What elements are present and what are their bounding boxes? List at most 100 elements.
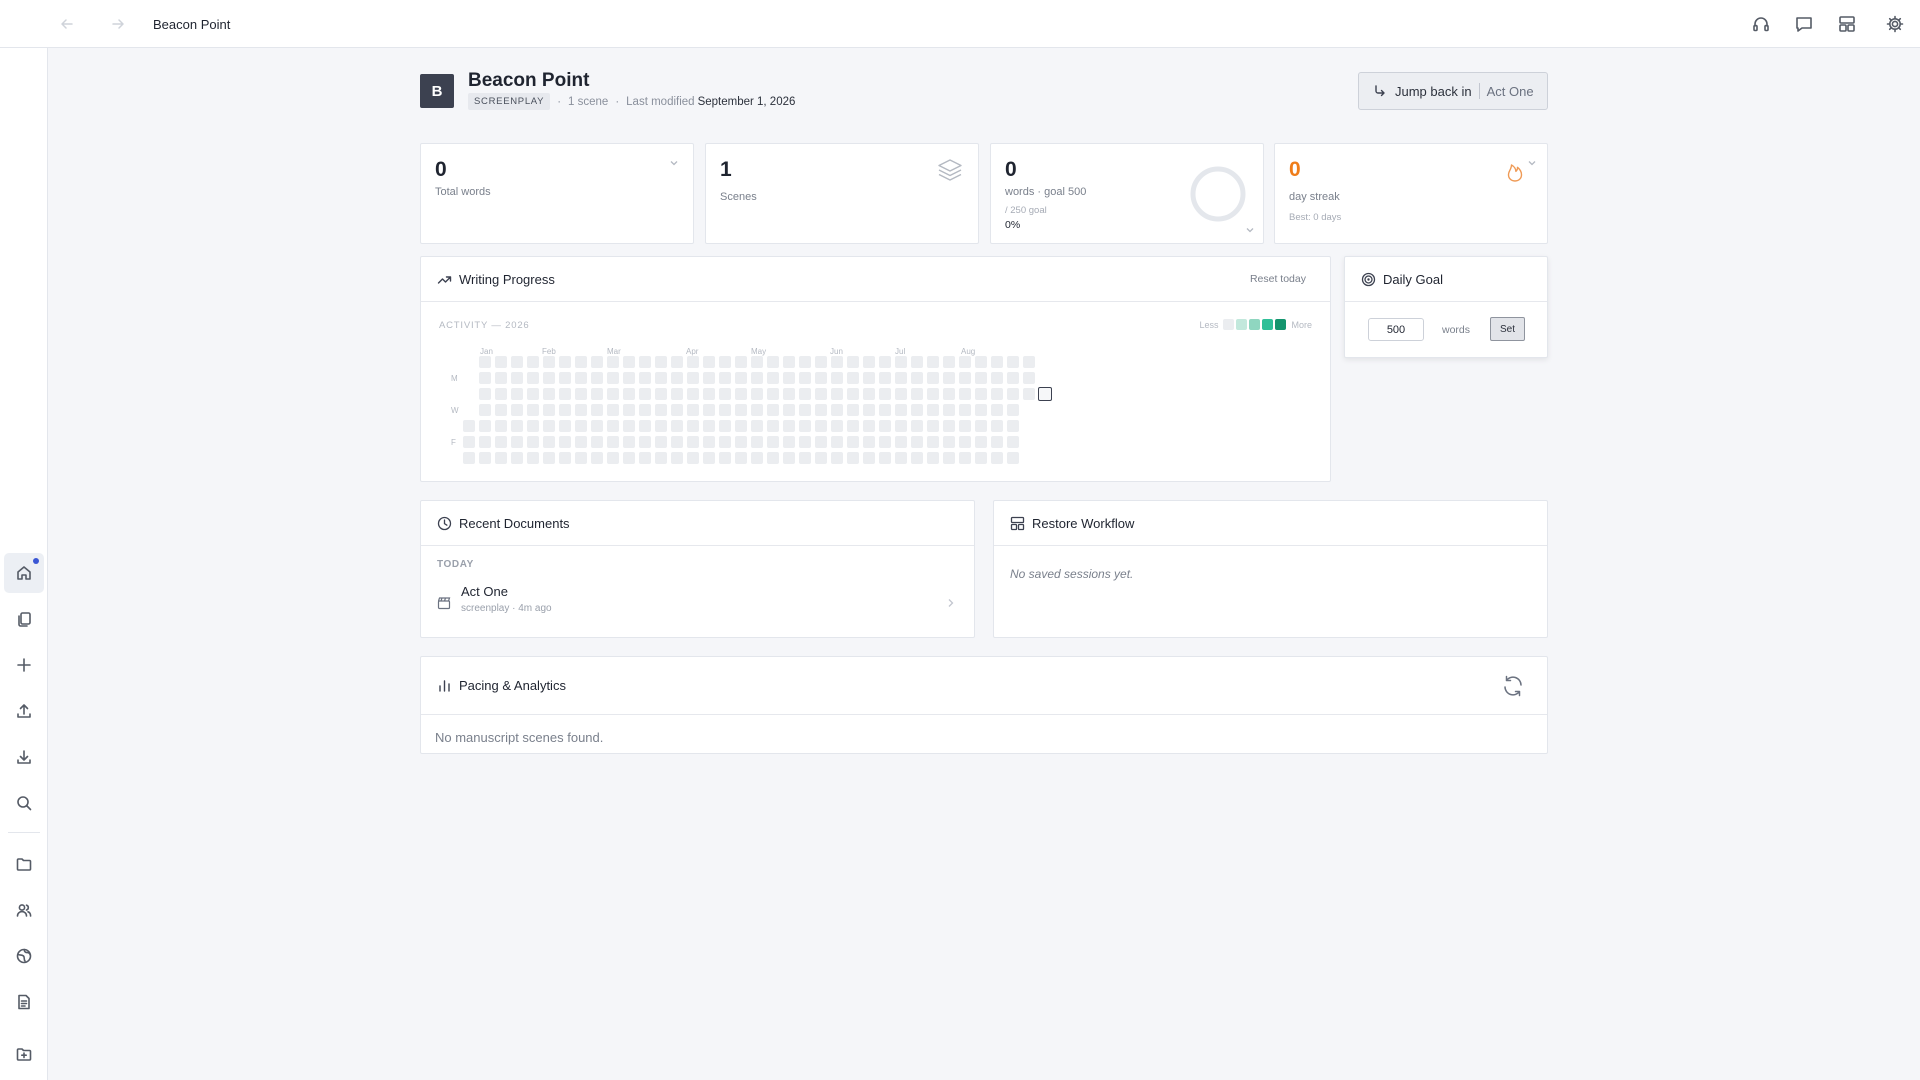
heatmap-day-label: W	[451, 406, 459, 415]
heatmap-cell	[959, 452, 971, 464]
heatmap-cell	[895, 372, 907, 384]
heatmap-cell	[815, 420, 827, 432]
copy-documents-icon	[18, 612, 31, 627]
heatmap-cell	[671, 388, 683, 400]
heatmap-cell	[879, 452, 891, 464]
recent-document-item[interactable]: Act One screenplay · 4m ago	[421, 581, 971, 631]
heatmap-cell	[479, 356, 491, 368]
heatmap-cell	[751, 372, 763, 384]
export-button[interactable]	[4, 691, 44, 731]
back-arrow-icon[interactable]	[57, 14, 77, 34]
heatmap-cell	[687, 404, 699, 416]
heatmap-cell	[879, 356, 891, 368]
heatmap-cell	[751, 420, 763, 432]
chevron-down-icon[interactable]	[1245, 225, 1255, 235]
headphones-icon[interactable]	[1751, 14, 1771, 34]
heatmap-cell	[943, 452, 955, 464]
heatmap-cell	[751, 436, 763, 448]
heatmap-cell	[543, 420, 555, 432]
settings-gear-icon[interactable]	[1885, 14, 1905, 34]
heatmap-cell	[623, 372, 635, 384]
heatmap-month-label: Feb	[542, 347, 556, 356]
heatmap-cell	[783, 356, 795, 368]
heatmap-cell	[927, 372, 939, 384]
layout-icon[interactable]	[1837, 14, 1857, 34]
new-button[interactable]	[4, 645, 44, 685]
heatmap-cell	[847, 388, 859, 400]
heatmap-month-label: Jul	[895, 347, 906, 356]
heatmap-cell	[911, 388, 923, 400]
archive-button[interactable]	[4, 1034, 44, 1074]
heatmap-cell	[943, 356, 955, 368]
world-button[interactable]	[4, 936, 44, 976]
heatmap-cell	[719, 388, 731, 400]
jump-back-in-button[interactable]: Jump back in Act One	[1358, 72, 1548, 110]
heatmap-cell	[479, 404, 491, 416]
heatmap-cell	[911, 356, 923, 368]
heatmap-cell	[703, 388, 715, 400]
goal-value: 0	[1005, 158, 1017, 181]
chevron-down-icon[interactable]	[669, 158, 679, 168]
heatmap-cell	[623, 420, 635, 432]
reset-today-link[interactable]: Reset today	[1250, 273, 1306, 285]
chevron-down-icon[interactable]	[1527, 158, 1537, 168]
heatmap-cell	[719, 420, 731, 432]
recent-documents-panel: Recent Documents TODAY Act One screenpla…	[420, 500, 975, 638]
recent-section-label: TODAY	[437, 559, 474, 570]
home-button[interactable]	[4, 553, 44, 593]
import-button[interactable]	[4, 737, 44, 777]
notes-button[interactable]	[4, 982, 44, 1022]
daily-goal-input[interactable]	[1368, 318, 1424, 341]
meta-separator: ·	[615, 95, 620, 108]
heatmap-cell	[687, 420, 699, 432]
heatmap-today-cell	[1038, 387, 1052, 401]
heatmap-cell	[991, 404, 1003, 416]
heatmap-cell	[703, 436, 715, 448]
heatmap-cell	[687, 388, 699, 400]
layers-icon	[938, 159, 962, 181]
documents-button[interactable]	[4, 599, 44, 639]
heatmap-cell	[735, 436, 747, 448]
heatmap-cell	[655, 356, 667, 368]
heatmap-cell	[911, 372, 923, 384]
heatmap-cell	[639, 372, 651, 384]
heatmap-cell	[463, 452, 475, 464]
search-button[interactable]	[4, 783, 44, 823]
pacing-analytics-header: Pacing & Analytics	[421, 657, 1547, 715]
heatmap-cell	[991, 356, 1003, 368]
heatmap-cell	[927, 404, 939, 416]
trending-up-icon	[437, 275, 452, 284]
heatmap-cell	[895, 356, 907, 368]
heatmap-cell	[623, 436, 635, 448]
streak-best: Best: 0 days	[1289, 212, 1342, 223]
modified-label: Last modified	[626, 95, 695, 108]
heatmap-cell	[799, 356, 811, 368]
heatmap-month-label: Aug	[961, 347, 976, 356]
heatmap-month-label: Apr	[686, 347, 699, 356]
pacing-analytics-panel: Pacing & Analytics No manuscript scenes …	[420, 656, 1548, 754]
heatmap-cell	[639, 436, 651, 448]
forward-arrow-icon[interactable]	[108, 14, 128, 34]
set-goal-button[interactable]: Set	[1490, 317, 1525, 341]
heatmap-cell	[1007, 356, 1019, 368]
heatmap-cell	[559, 356, 571, 368]
heatmap-cell	[591, 388, 603, 400]
heatmap-cell	[479, 420, 491, 432]
chat-icon[interactable]	[1794, 14, 1814, 34]
recent-documents-header: Recent Documents	[421, 501, 974, 546]
folder-button[interactable]	[4, 844, 44, 884]
goal-card: 0 words · goal 500 / 250 goal 0%	[990, 143, 1264, 244]
heatmap-cell	[1023, 372, 1035, 384]
home-icon	[17, 566, 31, 580]
meta-separator: ·	[557, 95, 562, 108]
heatmap-cell	[703, 356, 715, 368]
scenes-card: 1 Scenes	[705, 143, 979, 244]
heatmap-cell	[959, 388, 971, 400]
characters-button[interactable]	[4, 890, 44, 930]
legend-swatch	[1249, 319, 1261, 330]
refresh-icon[interactable]	[1501, 674, 1525, 698]
heatmap-cell	[815, 452, 827, 464]
heatmap-cell	[655, 372, 667, 384]
writing-progress-panel: Writing Progress Reset today ACTIVITY — …	[420, 256, 1331, 482]
heatmap-cell	[751, 404, 763, 416]
